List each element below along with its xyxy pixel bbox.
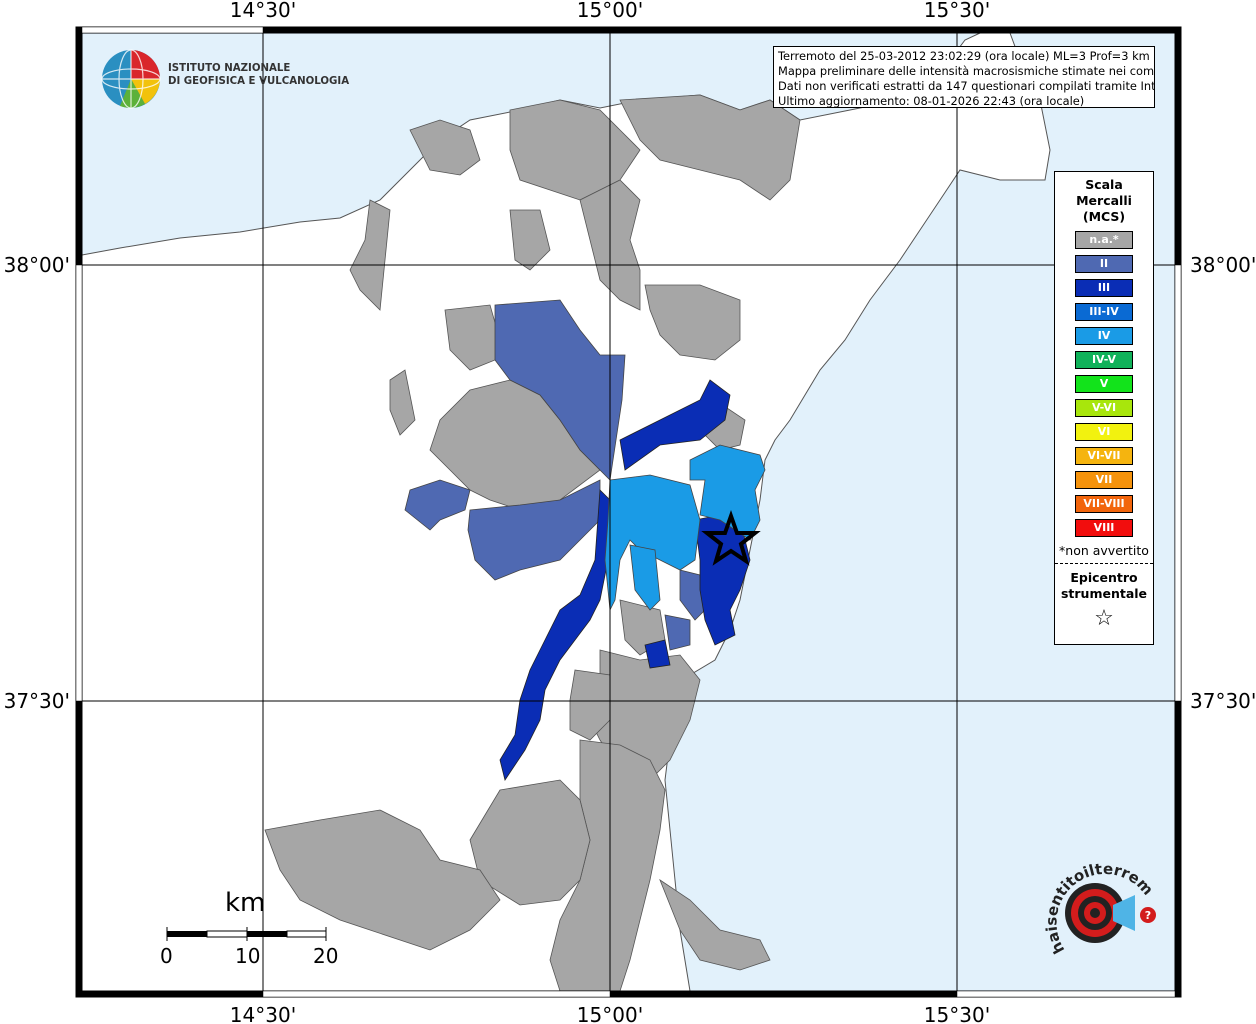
legend-separator [1055, 563, 1153, 564]
svg-text:?: ? [1145, 909, 1151, 922]
lon-label-top-3: 15°30' [924, 0, 990, 22]
legend-swatch-n-a-: n.a.* [1075, 231, 1133, 249]
scale-tick-20: 20 [313, 944, 339, 968]
legend-swatch-vii: VII [1075, 471, 1133, 489]
lat-label-right-1: 38°00' [1190, 253, 1256, 277]
lon-label-top-2: 15°00' [577, 0, 643, 22]
lon-label-bottom-3: 15°30' [924, 1003, 990, 1024]
lon-label-bottom-2: 15°00' [577, 1003, 643, 1024]
legend-swatch-iii-iv: III-IV [1075, 303, 1133, 321]
ingv-logo: ISTITUTO NAZIONALE DI GEOFISICA E VULCAN… [100, 48, 349, 110]
legend-swatch-iv: IV [1075, 327, 1133, 345]
legend-swatch-iii: III [1075, 279, 1133, 297]
legend-swatches: n.a.* II III III-IV IV IV-V V V-VI VI VI-VII VII VI… [1055, 231, 1153, 537]
ingv-logo-text: ISTITUTO NAZIONALE DI GEOFISICA E VULCAN… [168, 62, 349, 88]
scale-unit: km [225, 888, 266, 918]
earthquake-info-box: Terremoto del 25-03-2012 23:02:29 (ora l… [773, 46, 1155, 108]
lon-label-top-1: 14°30' [230, 0, 296, 22]
lon-label-bottom-1: 14°30' [230, 1003, 296, 1024]
legend-swatch-viii: VIII [1075, 519, 1133, 537]
hai-sentito-logo: ? haisentitoilterremoto.it [1030, 841, 1157, 957]
legend-swatch-vi-vii: VI-VII [1075, 447, 1133, 465]
lat-label-left-2: 37°30' [4, 689, 70, 713]
legend-star-icon: ☆ [1094, 606, 1114, 631]
legend-title-line-2: Mercalli [1076, 193, 1132, 208]
hai-sentito-badge: ? haisentitoilterremoto.it [1030, 841, 1165, 975]
legend-swatch-v: V [1075, 375, 1133, 393]
legend-epicentre-line-1: Epicentro [1070, 570, 1138, 585]
globe-icon [101, 49, 161, 109]
legend-note: *non avvertito [1059, 543, 1149, 558]
lat-label-left-1: 38°00' [4, 253, 70, 277]
ingv-line-1: ISTITUTO NAZIONALE [168, 63, 291, 74]
scale-tick-10: 10 [235, 944, 261, 968]
legend-title: Scala Mercalli (MCS) [1055, 177, 1153, 225]
info-line-1: Terremoto del 25-03-2012 23:02:29 (ora l… [778, 49, 1150, 63]
info-line-3: Dati non verificati estratti da 147 ques… [778, 79, 1155, 93]
legend-swatch-v-vi: V-VI [1075, 399, 1133, 417]
legend-epicentre-line-2: strumentale [1060, 586, 1148, 601]
legend-title-line-1: Scala [1085, 177, 1123, 192]
legend-swatch-iv-v: IV-V [1075, 351, 1133, 369]
info-line-2: Mappa preliminare delle intensità macros… [778, 64, 1155, 78]
legend-swatch-vii-viii: VII-VIII [1075, 495, 1133, 513]
ingv-line-2: DI GEOFISICA E VULCANOLOGIA [168, 76, 350, 87]
legend-swatch-ii: II [1075, 255, 1133, 273]
scale-tick-0: 0 [160, 944, 173, 968]
lat-label-right-2: 37°30' [1190, 689, 1256, 713]
mcs-legend: Scala Mercalli (MCS) n.a.* II III III-IV IV I… [1054, 171, 1154, 645]
legend-epicentre: Epicentro strumentale [1055, 570, 1153, 602]
legend-swatch-vi: VI [1075, 423, 1133, 441]
legend-title-line-3: (MCS) [1082, 209, 1126, 224]
info-line-4: Ultimo aggiornamento: 08-01-2026 22:43 (… [778, 94, 1085, 108]
